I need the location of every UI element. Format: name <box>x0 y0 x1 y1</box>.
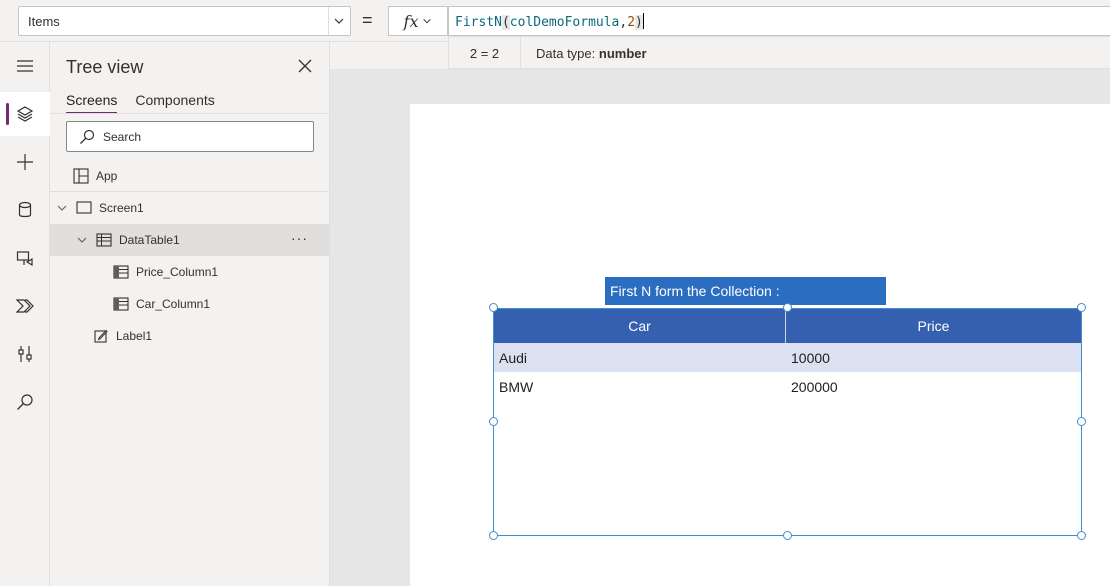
formula-arg-collection: colDemoFormula <box>509 15 620 30</box>
column-icon <box>112 263 130 281</box>
tree-item-label: DataTable1 <box>119 233 180 247</box>
tree-item-label: Screen1 <box>99 201 144 215</box>
label-control[interactable]: First N form the Collection : <box>605 277 886 305</box>
table-cell: BMW <box>499 378 534 395</box>
column-header-price[interactable]: Price <box>786 309 1081 343</box>
resize-handle-top-right[interactable] <box>1077 303 1086 312</box>
chevron-down-icon[interactable] <box>328 7 348 35</box>
resize-handle-middle-right[interactable] <box>1077 417 1086 426</box>
power-automate-icon <box>16 299 34 313</box>
layers-icon <box>16 106 34 122</box>
more-options-button[interactable]: ··· <box>291 230 308 246</box>
data-button[interactable] <box>0 188 50 232</box>
search-rail-button[interactable] <box>0 380 50 424</box>
tree-item-app[interactable]: App <box>50 160 330 192</box>
formula-code: FirstN(colDemoFormula,2) <box>455 13 644 30</box>
divider <box>50 113 330 114</box>
table-row[interactable]: Audi 10000 <box>494 343 1081 372</box>
edit-icon <box>92 327 110 345</box>
search-icon <box>80 129 95 144</box>
formula-input[interactable]: FirstN(colDemoFormula,2) <box>448 6 1110 36</box>
fx-button[interactable]: fx <box>388 6 448 36</box>
tree-search-input[interactable]: Search <box>66 121 314 152</box>
hamburger-menu-button[interactable] <box>0 44 50 88</box>
property-value: Items <box>28 14 60 29</box>
close-icon <box>298 59 312 73</box>
tree-item-label: Car_Column1 <box>136 297 211 311</box>
app-icon <box>72 167 90 185</box>
formula-open-paren: ( <box>501 15 510 30</box>
tree-view-panel: Tree view Screens Components Search App … <box>50 42 330 586</box>
data-type-info: Data type: number <box>536 46 647 61</box>
resize-handle-top-center[interactable] <box>783 303 792 312</box>
formula-result-bar: 2 = 2 Data type: number <box>448 36 1110 69</box>
formula-arg-count: 2 <box>627 15 636 30</box>
tree-view-button[interactable] <box>0 92 50 136</box>
fx-icon: fx <box>403 11 419 31</box>
tree-tabs: Screens Components <box>66 92 215 114</box>
media-icon <box>16 251 33 267</box>
insert-button[interactable] <box>0 140 50 184</box>
text-caret <box>642 13 644 29</box>
database-icon <box>18 201 32 218</box>
resize-handle-top-left[interactable] <box>489 303 498 312</box>
tree-item-car-column1[interactable]: Car_Column1 <box>50 288 330 320</box>
tree-item-datatable1[interactable]: DataTable1 ··· <box>50 224 330 256</box>
chevron-down-icon <box>423 18 432 24</box>
chevron-down-icon[interactable] <box>55 201 69 215</box>
left-rail <box>0 42 50 586</box>
resize-handle-middle-left[interactable] <box>489 417 498 426</box>
screen-icon <box>75 199 93 217</box>
table-header: Car Price <box>494 309 1081 343</box>
data-type-value: number <box>598 46 647 61</box>
data-table[interactable]: Car Price Audi 10000 BMW 200000 <box>493 308 1082 536</box>
tree-item-label: Price_Column1 <box>136 265 219 279</box>
tree-view-title: Tree view <box>66 57 144 77</box>
equals-sign: = <box>362 10 373 30</box>
formula-eval-result: 2 = 2 <box>449 37 521 69</box>
advanced-tools-button[interactable] <box>0 332 50 376</box>
resize-handle-bottom-left[interactable] <box>489 531 498 540</box>
close-button[interactable] <box>297 58 313 74</box>
media-button[interactable] <box>0 236 50 280</box>
data-type-label: Data type: <box>536 46 596 61</box>
formula-function: FirstN <box>455 15 502 30</box>
search-icon <box>17 394 33 410</box>
resize-handle-bottom-right[interactable] <box>1077 531 1086 540</box>
tab-screens[interactable]: Screens <box>66 92 118 114</box>
tree-item-label: Label1 <box>116 329 153 343</box>
column-icon <box>112 295 130 313</box>
tools-icon <box>18 346 32 362</box>
search-placeholder: Search <box>103 130 142 144</box>
formula-close-paren: ) <box>635 15 643 30</box>
table-row[interactable]: BMW 200000 <box>494 372 1081 401</box>
table-cell: Audi <box>499 349 528 366</box>
tab-components[interactable]: Components <box>135 92 214 114</box>
property-dropdown[interactable]: Items <box>18 6 351 36</box>
chevron-down-icon[interactable] <box>75 233 89 247</box>
tree-item-label: App <box>96 169 118 183</box>
column-header-car[interactable]: Car <box>494 309 786 343</box>
table-cell: 10000 <box>791 349 830 366</box>
tree-item-screen1[interactable]: Screen1 <box>50 192 330 224</box>
resize-handle-bottom-center[interactable] <box>783 531 792 540</box>
plus-icon <box>17 154 33 170</box>
table-cell: 200000 <box>791 378 838 395</box>
tree-item-label1[interactable]: Label1 <box>50 320 330 352</box>
table-icon <box>95 231 113 249</box>
power-automate-button[interactable] <box>0 284 50 328</box>
tree-item-price-column1[interactable]: Price_Column1 <box>50 256 330 288</box>
hamburger-icon <box>17 60 33 72</box>
